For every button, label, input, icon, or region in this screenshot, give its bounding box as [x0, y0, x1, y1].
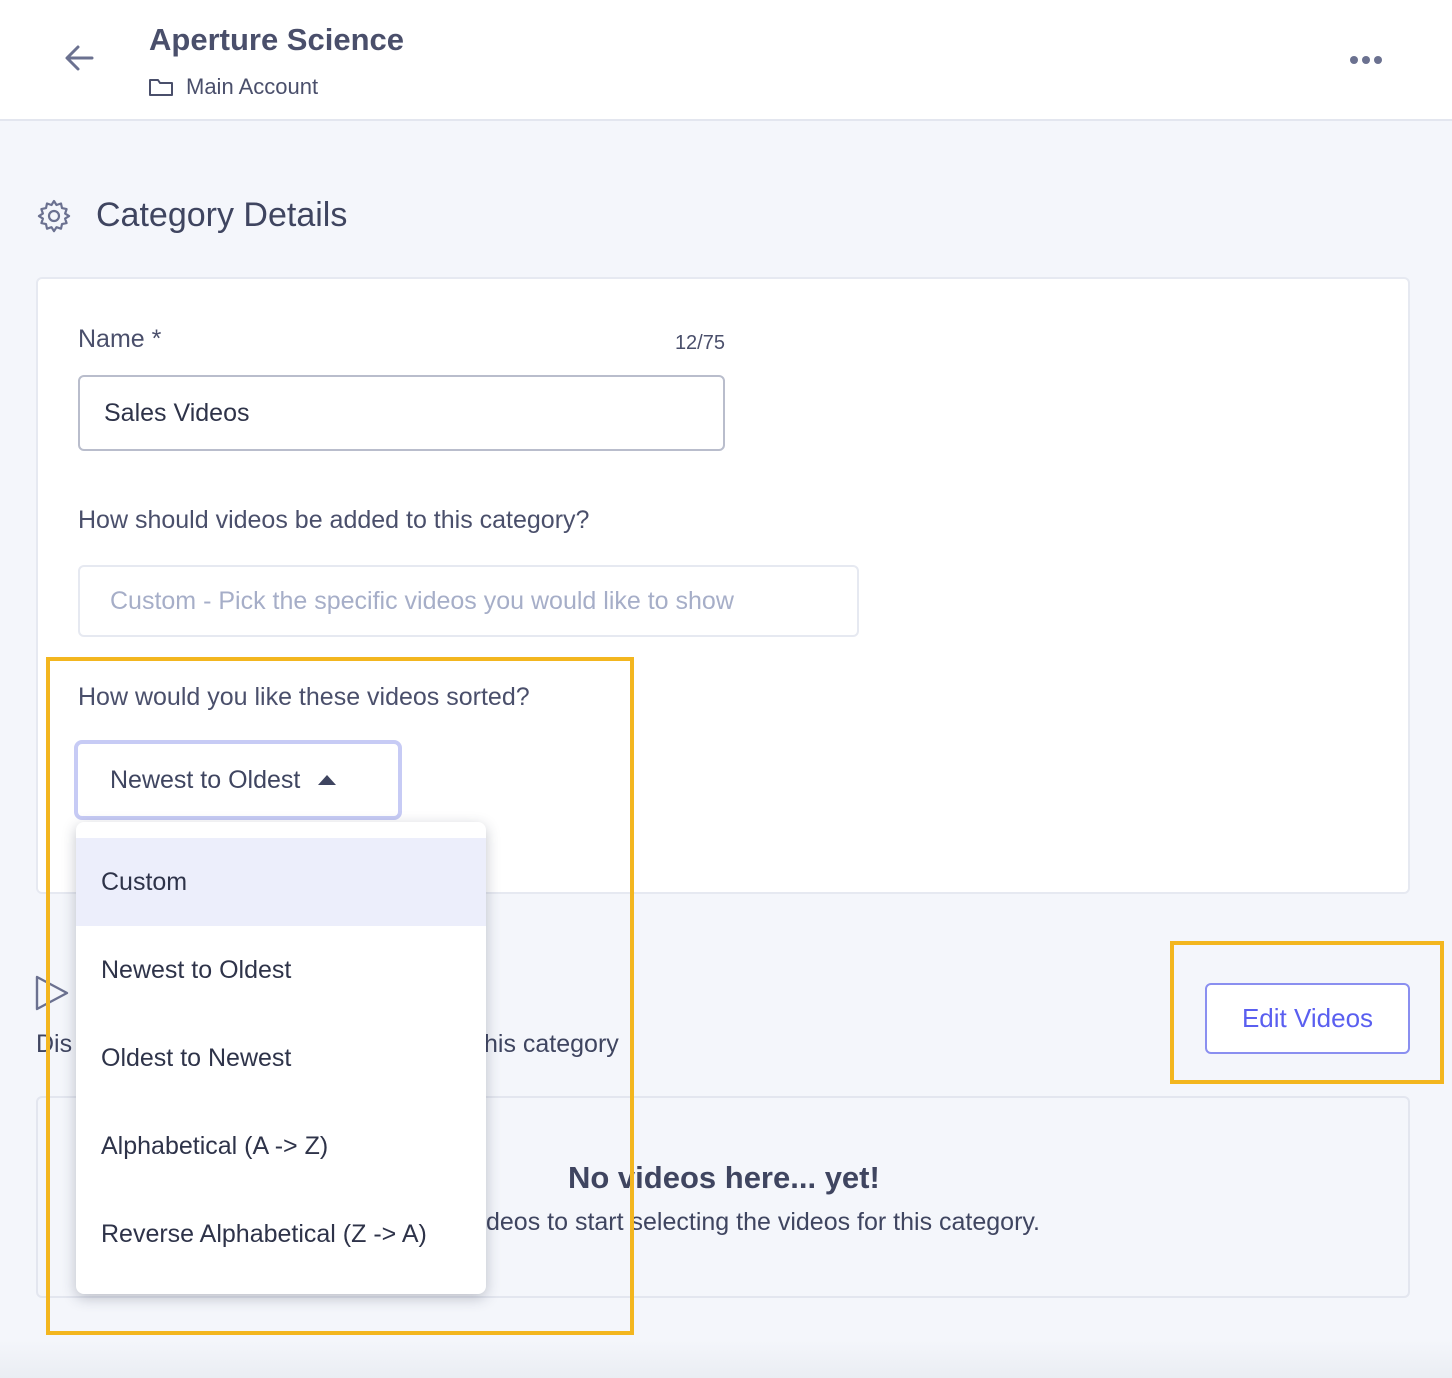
top-bar: Aperture Science Main Account: [0, 0, 1452, 121]
folder-icon: [149, 79, 173, 96]
sort-select[interactable]: Newest to Oldest: [74, 740, 402, 820]
section-header: Category Details: [36, 196, 347, 235]
sort-options-menu: Custom Newest to Oldest Oldest to Newest…: [76, 822, 486, 1294]
sort-option-reverse-alphabetical[interactable]: Reverse Alphabetical (Z -> A): [76, 1190, 486, 1278]
name-label: Name *: [78, 325, 162, 353]
app-title: Aperture Science: [149, 22, 404, 57]
name-input[interactable]: [78, 375, 725, 451]
videos-description-end: his category: [484, 1030, 619, 1058]
play-icon: [35, 975, 69, 1011]
empty-state-title: No videos here... yet!: [568, 1160, 880, 1195]
method-value: Custom - Pick the specific videos you wo…: [110, 586, 734, 615]
method-field: Custom - Pick the specific videos you wo…: [78, 565, 859, 637]
empty-state-subtitle: deos to start selecting the videos for t…: [486, 1208, 1040, 1236]
account-selector[interactable]: Main Account: [148, 74, 318, 100]
page-bottom-fade: [0, 1340, 1452, 1378]
caret-up-icon: [318, 775, 337, 785]
gear-icon: [37, 199, 71, 232]
section-title: Category Details: [96, 196, 348, 234]
videos-description-start: Dis: [36, 1030, 73, 1058]
sort-option-alphabetical[interactable]: Alphabetical (A -> Z): [76, 1102, 486, 1190]
method-question-label: How should videos be added to this categ…: [78, 506, 590, 534]
sort-select-value: Newest to Oldest: [110, 765, 301, 794]
edit-videos-button[interactable]: Edit Videos: [1205, 983, 1410, 1054]
arrow-left-icon[interactable]: [62, 42, 98, 74]
sort-option-custom[interactable]: Custom: [76, 838, 486, 926]
more-horizontal-icon[interactable]: [1346, 50, 1386, 70]
sort-option-newest-to-oldest[interactable]: Newest to Oldest: [76, 926, 486, 1014]
sort-option-oldest-to-newest[interactable]: Oldest to Newest: [76, 1014, 486, 1102]
sort-question-label: How would you like these videos sorted?: [78, 683, 530, 711]
category-details-card: Name * 12/75 How should videos be added …: [36, 277, 1410, 894]
name-char-counter: 12/75: [674, 332, 725, 354]
account-name: Main Account: [186, 74, 319, 99]
